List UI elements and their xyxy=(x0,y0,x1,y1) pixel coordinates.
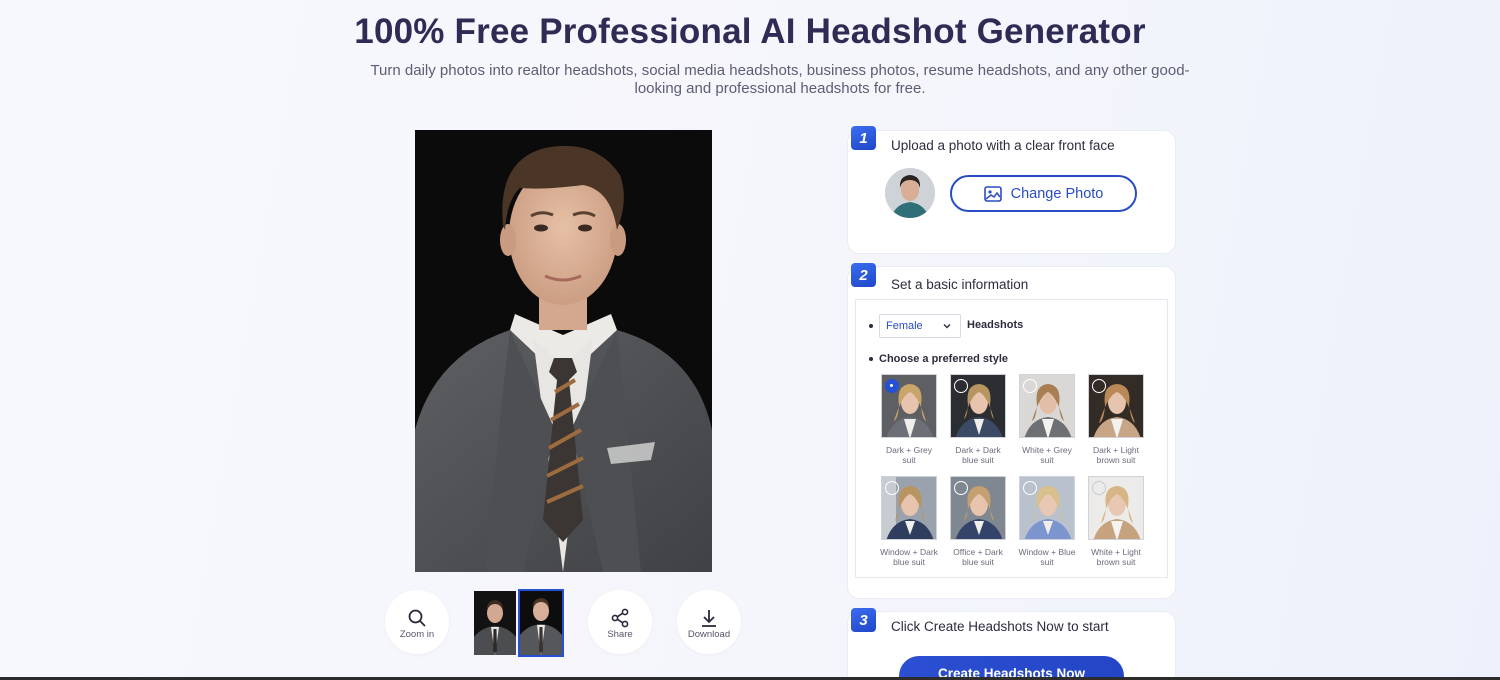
style-thumbnail xyxy=(1088,374,1144,438)
style-thumbnail xyxy=(950,374,1006,438)
page-subtitle: Turn daily photos into realtor headshots… xyxy=(370,62,1190,97)
style-caption: White + Light brown suit xyxy=(1091,547,1141,567)
style-thumbnail xyxy=(1019,374,1075,438)
style-radio[interactable] xyxy=(954,481,968,495)
style-caption: White + Grey suit xyxy=(1022,445,1072,465)
image-icon xyxy=(983,185,1002,202)
download-icon xyxy=(702,610,716,627)
style-option-white-lightbrown[interactable]: White + Light brown suit xyxy=(1086,476,1146,567)
style-prompt: Choose a preferred style xyxy=(879,353,1008,365)
style-caption: Office + Dark blue suit xyxy=(953,547,1003,567)
step2-title: Set a basic information xyxy=(891,277,1029,292)
step1-number-badge: 1 xyxy=(851,126,876,150)
share-icon xyxy=(611,608,629,628)
style-radio[interactable] xyxy=(885,379,899,393)
share-label: Share xyxy=(607,629,633,640)
style-radio[interactable] xyxy=(885,481,899,495)
style-thumbnail xyxy=(881,374,937,438)
download-button[interactable]: Download xyxy=(677,590,741,654)
zoom-in-label: Zoom in xyxy=(399,629,435,640)
style-radio[interactable] xyxy=(1023,481,1037,495)
style-option-window-blue[interactable]: Window + Blue suit xyxy=(1017,476,1077,567)
change-photo-label: Change Photo xyxy=(1010,185,1104,202)
style-option-dark-darkblue[interactable]: Dark + Dark blue suit xyxy=(948,374,1008,465)
style-radio[interactable] xyxy=(1092,481,1106,495)
chevron-down-icon xyxy=(943,324,951,329)
headshot-preview-image xyxy=(415,130,712,572)
style-option-dark-grey[interactable]: Dark + Grey suit xyxy=(879,374,939,465)
style-option-dark-lightbrown[interactable]: Dark + Light brown suit xyxy=(1086,374,1146,465)
style-radio[interactable] xyxy=(1023,379,1037,393)
style-caption: Dark + Light brown suit xyxy=(1092,445,1140,465)
style-caption: Dark + Grey suit xyxy=(885,445,933,465)
result-thumbnail-1[interactable] xyxy=(474,591,516,655)
style-caption: Window + Dark blue suit xyxy=(880,547,938,567)
download-label: Download xyxy=(687,629,731,640)
gender-select[interactable]: Female xyxy=(879,314,961,338)
style-thumbnail xyxy=(950,476,1006,540)
style-thumbnail xyxy=(1088,476,1144,540)
step3-title: Click Create Headshots Now to start xyxy=(891,619,1109,634)
style-option-office-darkblue[interactable]: Office + Dark blue suit xyxy=(948,476,1008,567)
uploaded-photo-avatar xyxy=(885,168,935,218)
step1-title: Upload a photo with a clear front face xyxy=(891,138,1115,153)
style-option-window-darkblue[interactable]: Window + Dark blue suit xyxy=(879,476,939,567)
step3-number-badge: 3 xyxy=(851,608,876,632)
bullet-dot xyxy=(869,357,873,361)
gender-select-value: Female xyxy=(886,320,923,332)
style-caption: Window + Blue suit xyxy=(1018,547,1076,567)
style-caption: Dark + Dark blue suit xyxy=(955,445,1001,465)
style-radio[interactable] xyxy=(1092,379,1106,393)
result-thumbnail-2[interactable] xyxy=(518,589,564,657)
style-option-white-grey[interactable]: White + Grey suit xyxy=(1017,374,1077,465)
share-button[interactable]: Share xyxy=(588,590,652,654)
change-photo-button[interactable]: Change Photo xyxy=(950,175,1137,212)
style-thumbnail xyxy=(1019,476,1075,540)
style-thumbnail xyxy=(881,476,937,540)
search-icon xyxy=(408,609,426,627)
bullet-dot xyxy=(869,324,873,328)
headshots-label: Headshots xyxy=(967,319,1024,331)
zoom-in-button[interactable]: Zoom in xyxy=(385,590,449,654)
page-title: 100% Free Professional AI Headshot Gener… xyxy=(354,12,1146,51)
step2-number-badge: 2 xyxy=(851,263,876,287)
style-radio[interactable] xyxy=(954,379,968,393)
